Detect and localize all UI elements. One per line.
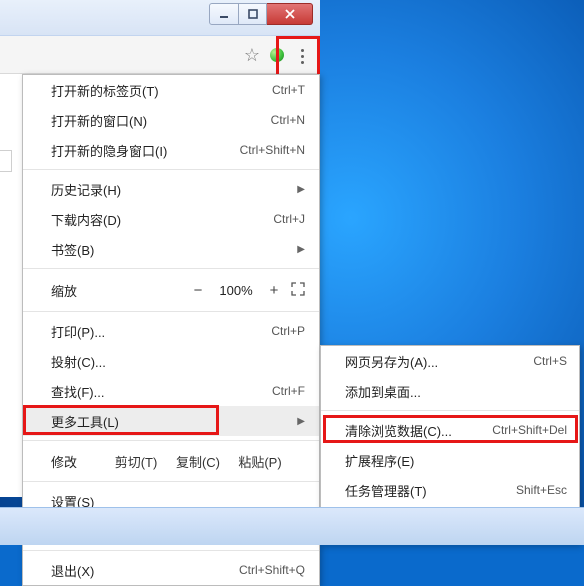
menu-item-label: 下载内容(D) (51, 210, 273, 229)
bookmark-star-icon[interactable]: ☆ (244, 45, 260, 66)
menu-item-label: 打开新的窗口(N) (51, 111, 271, 130)
zoom-in-button[interactable]: + (261, 282, 287, 299)
menu-cast[interactable]: 投射(C)... (23, 346, 319, 376)
menu-history[interactable]: 历史记录(H) ▶ (23, 174, 319, 204)
menu-more-tools[interactable]: 更多工具(L) ▶ (23, 406, 319, 436)
zoom-label: 缩放 (51, 281, 185, 300)
menu-edit-row: 修改 剪切(T) 复制(C) 粘贴(P) (23, 445, 319, 477)
menu-item-label: 添加到桌面... (345, 382, 567, 401)
fullscreen-icon[interactable] (287, 282, 309, 299)
partial-offscreen-element (0, 150, 12, 172)
menu-new-incognito[interactable]: 打开新的隐身窗口(I) Ctrl+Shift+N (23, 135, 319, 165)
submenu-arrow-icon: ▶ (297, 416, 305, 427)
minimize-button[interactable] (209, 3, 239, 25)
browser-toolbar: ☆ (0, 36, 320, 74)
close-button[interactable] (267, 3, 313, 25)
menu-item-label: 打印(P)... (51, 322, 271, 341)
menu-item-label: 历史记录(H) (51, 180, 291, 199)
window-controls (209, 3, 313, 25)
submenu-arrow-icon: ▶ (297, 244, 305, 255)
menu-item-accel: Ctrl+Shift+Q (239, 563, 305, 577)
copy-button[interactable]: 复制(C) (167, 452, 229, 471)
menu-item-accel: Ctrl+Shift+N (240, 143, 305, 157)
menu-item-accel: Ctrl+S (533, 354, 567, 368)
menu-print[interactable]: 打印(P)... Ctrl+P (23, 316, 319, 346)
menu-item-accel: Shift+Esc (516, 483, 567, 497)
submenu-save-page-as[interactable]: 网页另存为(A)... Ctrl+S (321, 346, 579, 376)
menu-separator (23, 268, 319, 269)
paste-button[interactable]: 粘贴(P) (229, 452, 291, 471)
zoom-out-button[interactable]: − (185, 282, 211, 299)
submenu-task-manager[interactable]: 任务管理器(T) Shift+Esc (321, 475, 579, 505)
menu-item-label: 退出(X) (51, 561, 239, 580)
menu-separator (321, 410, 579, 411)
submenu-arrow-icon: ▶ (297, 184, 305, 195)
menu-item-label: 扩展程序(E) (345, 451, 567, 470)
menu-downloads[interactable]: 下载内容(D) Ctrl+J (23, 204, 319, 234)
menu-item-accel: Ctrl+T (272, 83, 305, 97)
menu-item-label: 打开新的隐身窗口(I) (51, 141, 240, 160)
menu-exit[interactable]: 退出(X) Ctrl+Shift+Q (23, 555, 319, 585)
menu-item-accel: Ctrl+P (271, 324, 305, 338)
submenu-extensions[interactable]: 扩展程序(E) (321, 445, 579, 475)
menu-new-window[interactable]: 打开新的窗口(N) Ctrl+N (23, 105, 319, 135)
menu-item-label: 书签(B) (51, 240, 291, 259)
menu-item-accel: Ctrl+Shift+Del (492, 423, 567, 437)
menu-item-accel: Ctrl+N (271, 113, 305, 127)
menu-find[interactable]: 查找(F)... Ctrl+F (23, 376, 319, 406)
menu-item-label: 投射(C)... (51, 352, 305, 371)
cut-button[interactable]: 剪切(T) (105, 452, 167, 471)
menu-item-label: 清除浏览数据(C)... (345, 421, 492, 440)
submenu-add-to-desktop[interactable]: 添加到桌面... (321, 376, 579, 406)
menu-item-label: 打开新的标签页(T) (51, 81, 272, 100)
submenu-clear-browsing-data[interactable]: 清除浏览数据(C)... Ctrl+Shift+Del (321, 415, 579, 445)
menu-separator (23, 550, 319, 551)
menu-item-label: 网页另存为(A)... (345, 352, 533, 371)
edit-label: 修改 (51, 452, 105, 471)
menu-new-tab[interactable]: 打开新的标签页(T) Ctrl+T (23, 75, 319, 105)
menu-item-label: 更多工具(L) (51, 412, 291, 431)
menu-item-label: 查找(F)... (51, 382, 272, 401)
extension-globe-icon[interactable] (270, 48, 284, 62)
menu-bookmarks[interactable]: 书签(B) ▶ (23, 234, 319, 264)
menu-separator (23, 440, 319, 441)
window-titlebar (0, 0, 320, 36)
menu-separator (23, 481, 319, 482)
menu-item-accel: Ctrl+F (272, 384, 305, 398)
chrome-menu-button[interactable] (289, 43, 315, 69)
menu-item-label: 任务管理器(T) (345, 481, 516, 500)
menu-separator (23, 311, 319, 312)
menu-item-accel: Ctrl+J (273, 212, 305, 226)
windows-taskbar[interactable] (0, 507, 584, 545)
maximize-button[interactable] (239, 3, 267, 25)
zoom-percent: 100% (211, 283, 261, 298)
menu-separator (23, 169, 319, 170)
menu-zoom-row: 缩放 − 100% + (23, 273, 319, 307)
